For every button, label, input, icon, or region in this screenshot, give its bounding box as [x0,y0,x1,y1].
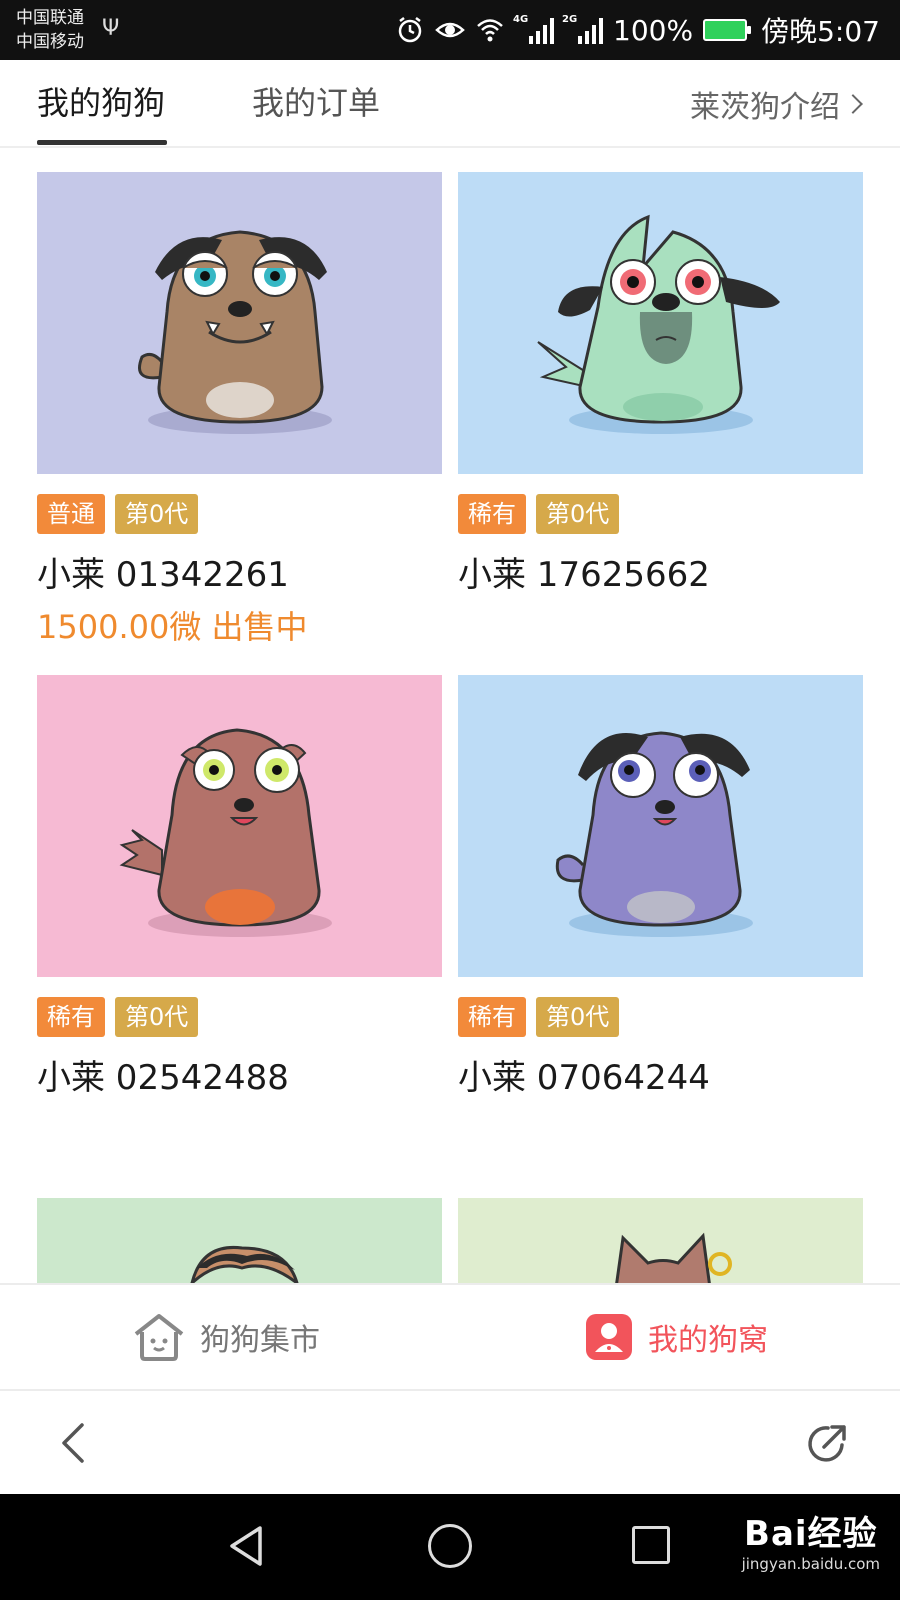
usb-icon: Ψ [102,16,120,41]
dog-price-status: 1500.00微 出售中 [37,608,308,646]
dog-card[interactable]: 普通 第0代 小莱 01342261 1500.00微 出售中 [37,172,442,646]
battery-icon [703,19,752,41]
nav-dog-market[interactable]: 狗狗集市 [132,1307,320,1367]
generation-badge: 第0代 [536,494,620,534]
dog-image [37,1198,442,1283]
generation-badge: 第0代 [115,494,199,534]
dog-card[interactable]: 稀有 第0代 小莱 17625662 [458,172,863,595]
eye-icon [435,22,465,38]
top-tabs: 我的狗狗 我的订单 莱茨狗介绍 [0,60,900,148]
dog-name: 小莱 17625662 [458,555,710,595]
dog-badges: 普通 第0代 [37,494,199,534]
dog-image [458,675,863,977]
tab-my-dogs[interactable]: 我的狗狗 [37,78,165,124]
system-home-icon[interactable] [428,1524,472,1568]
status-icons: 4G 2G 100% 傍晚5:07 [395,0,880,60]
status-bar: 中国联通 中国移动 Ψ 4G 2G 100% 傍晚5:07 [0,0,900,60]
dog-card[interactable] [458,1198,863,1283]
dog-image [458,172,863,474]
carrier-2: 中国移动 [16,32,84,52]
dog-name: 小莱 02542488 [37,1058,289,1098]
system-back-icon[interactable] [226,1524,266,1568]
network-type-2: 2G [562,14,578,25]
dog-card[interactable] [37,1198,442,1283]
watermark-logo: Bai经验 [744,1514,878,1554]
rarity-badge: 稀有 [458,494,526,534]
share-icon[interactable] [804,1419,852,1467]
dog-image [37,172,442,474]
dog-house-icon [134,1314,184,1361]
carrier-info: 中国联通 中国移动 [16,6,84,54]
rarity-badge: 稀有 [37,997,105,1037]
dog-image [37,675,442,977]
carrier-1: 中国联通 [16,8,84,28]
intro-link-label: 莱茨狗介绍 [690,90,840,125]
wifi-icon [477,19,503,42]
rarity-badge: 普通 [37,494,105,534]
dog-name: 小莱 07064244 [458,1058,710,1098]
dog-badges: 稀有 第0代 [37,997,199,1037]
dog-grid: 普通 第0代 小莱 01342261 1500.00微 出售中 稀有 第0代 小… [0,150,900,1283]
user-icon [586,1314,632,1360]
clock: 傍晚5:07 [761,15,880,48]
nav-my-kennel[interactable]: 我的狗窝 [584,1307,768,1367]
dog-card[interactable]: 稀有 第0代 小莱 02542488 [37,675,442,1098]
intro-link[interactable]: 莱茨狗介绍 [690,82,863,126]
alarm-icon [398,17,422,43]
battery-percent: 100% [613,13,694,47]
baidu-watermark: Bai经验 jingyan.baidu.com [742,1506,880,1573]
nav-dog-market-label: 狗狗集市 [200,1323,320,1358]
generation-badge: 第0代 [115,997,199,1037]
generation-badge: 第0代 [536,997,620,1037]
tab-my-orders[interactable]: 我的订单 [252,78,380,124]
rarity-badge: 稀有 [458,997,526,1037]
dog-image [458,1198,863,1283]
watermark-url: jingyan.baidu.com [741,1555,880,1573]
chevron-left-icon[interactable] [52,1419,96,1467]
signal-icon-4g: 4G [513,14,555,44]
system-navigation-bar: Bai经验 jingyan.baidu.com [0,1494,900,1600]
signal-icon-2g: 2G [562,14,604,44]
browser-toolbar [0,1391,900,1494]
network-type-1: 4G [513,14,529,25]
dog-badges: 稀有 第0代 [458,494,620,534]
bottom-tab-bar: 狗狗集市 我的狗窝 [0,1283,900,1391]
dog-badges: 稀有 第0代 [458,997,620,1037]
chevron-right-icon [843,94,863,114]
system-recents-icon[interactable] [632,1526,670,1564]
dog-name: 小莱 01342261 [37,555,289,595]
dog-card[interactable]: 稀有 第0代 小莱 07064244 [458,675,863,1098]
nav-my-kennel-label: 我的狗窝 [648,1323,768,1358]
active-tab-indicator [37,140,167,145]
